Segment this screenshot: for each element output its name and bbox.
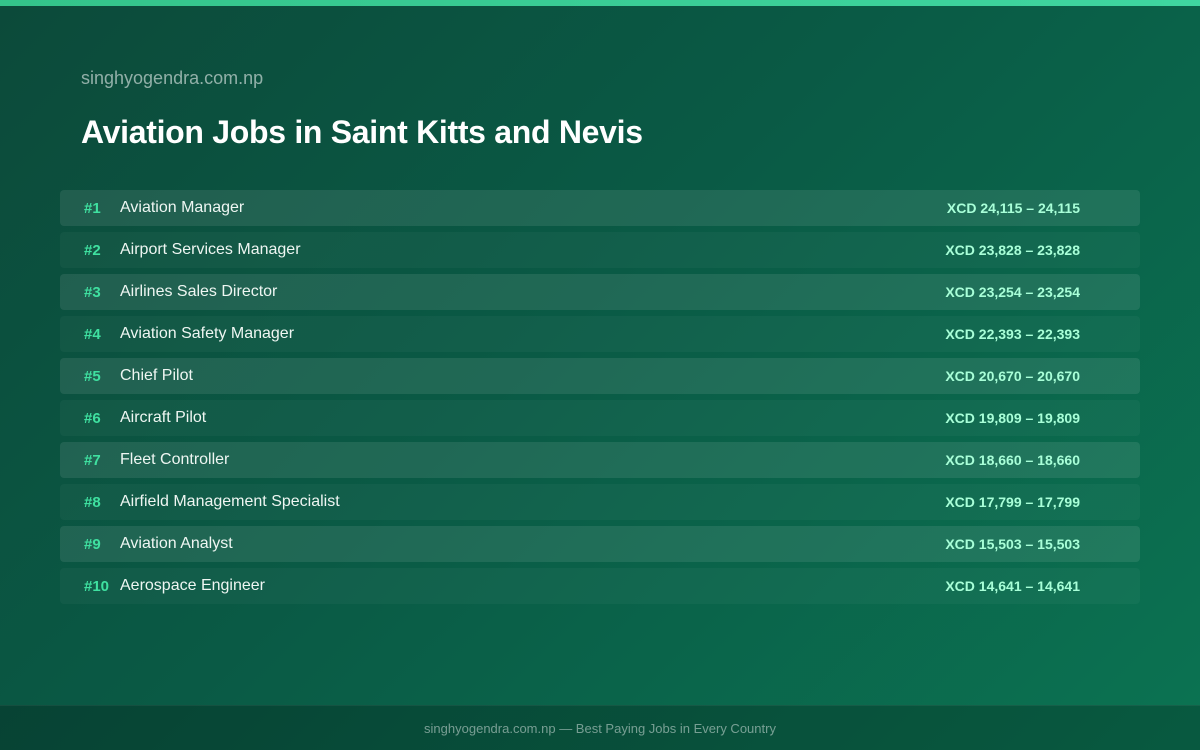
- job-title: Fleet Controller: [120, 451, 230, 468]
- salary-range: XCD 23,254 – 23,254: [945, 284, 1080, 300]
- job-title: Aviation Analyst: [120, 535, 233, 552]
- salary-range: XCD 20,670 – 20,670: [945, 368, 1080, 384]
- rank-label: #10: [84, 577, 110, 595]
- list-item: #10 Aerospace Engineer XCD 14,641 – 14,6…: [60, 568, 1140, 604]
- job-title: Aviation Safety Manager: [120, 325, 295, 342]
- rank-label: #5: [84, 367, 101, 385]
- list-item: #3 Airlines Sales Director XCD 23,254 – …: [60, 274, 1140, 310]
- job-title: Airlines Sales Director: [120, 283, 278, 300]
- salary-range: XCD 24,115 – 24,115: [946, 200, 1080, 216]
- list-item: #9 Aviation Analyst XCD 15,503 – 15,503: [60, 526, 1140, 562]
- list-item: #7 Fleet Controller XCD 18,660 – 18,660: [60, 442, 1140, 478]
- job-title: Chief Pilot: [120, 367, 193, 384]
- rank-label: #8: [84, 493, 101, 511]
- list-item: #2 Airport Services Manager XCD 23,828 –…: [60, 232, 1140, 268]
- rank-label: #4: [84, 325, 101, 343]
- salary-range: XCD 15,503 – 15,503: [945, 536, 1080, 552]
- job-title: Aviation Manager: [120, 199, 245, 216]
- list-item: #4 Aviation Safety Manager XCD 22,393 – …: [60, 316, 1140, 352]
- list-item: #1 Aviation Manager XCD 24,115 – 24,115: [60, 190, 1140, 226]
- salary-range: XCD 17,799 – 17,799: [945, 494, 1080, 510]
- salary-range: XCD 23,828 – 23,828: [945, 242, 1080, 258]
- rank-label: #7: [84, 451, 101, 469]
- job-title: Airport Services Manager: [120, 241, 301, 258]
- list-item: #6 Aircraft Pilot XCD 19,809 – 19,809: [60, 400, 1140, 436]
- job-title: Aircraft Pilot: [120, 409, 207, 426]
- salary-range: XCD 14,641 – 14,641: [945, 578, 1080, 594]
- salary-range: XCD 18,660 – 18,660: [945, 452, 1080, 468]
- rank-label: #1: [84, 199, 101, 217]
- salary-range: XCD 22,393 – 22,393: [945, 326, 1080, 342]
- job-title: Aerospace Engineer: [120, 577, 265, 594]
- rank-label: #6: [84, 409, 101, 427]
- rank-label: #9: [84, 535, 101, 553]
- list-item: #8 Airfield Management Specialist XCD 17…: [60, 484, 1140, 520]
- footer: singhyogendra.com.np — Best Paying Jobs …: [0, 705, 1200, 750]
- salary-range: XCD 19,809 – 19,809: [945, 410, 1080, 426]
- rank-label: #2: [84, 241, 101, 259]
- rank-label: #3: [84, 283, 101, 301]
- list-item: #5 Chief Pilot XCD 20,670 – 20,670: [60, 358, 1140, 394]
- page-title: Aviation Jobs in Saint Kitts and Nevis: [81, 114, 643, 150]
- jobs-list: #1 Aviation Manager XCD 24,115 – 24,115 …: [60, 190, 1140, 610]
- job-title: Airfield Management Specialist: [120, 493, 340, 510]
- footer-text: singhyogendra.com.np — Best Paying Jobs …: [424, 720, 776, 736]
- site-name: singhyogendra.com.np: [81, 68, 264, 88]
- top-accent-bar: [0, 0, 1200, 6]
